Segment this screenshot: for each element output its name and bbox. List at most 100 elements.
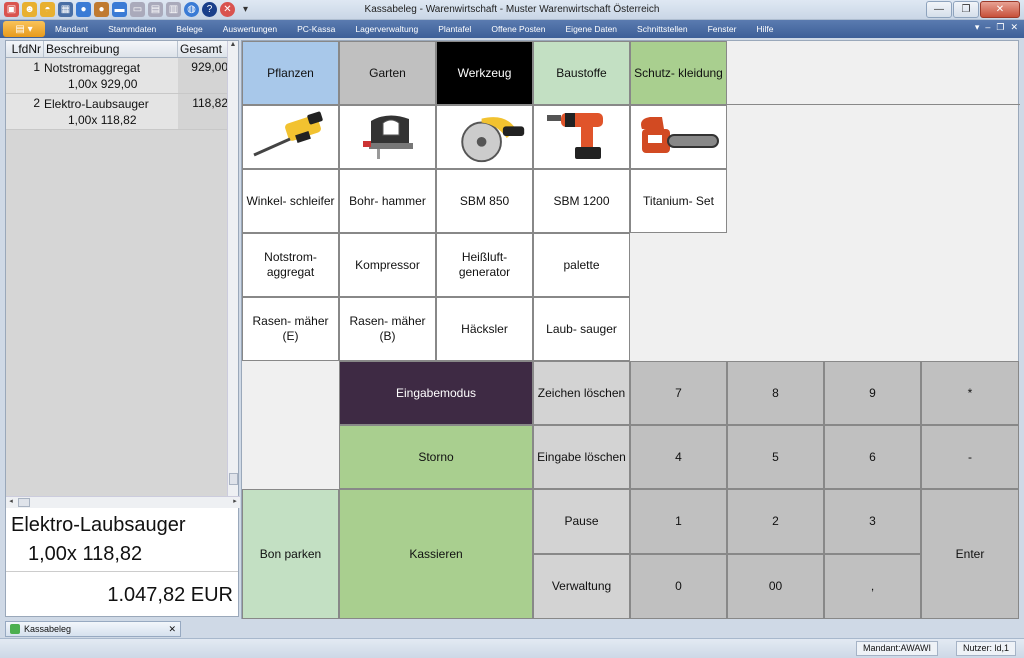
product-cordless-drill[interactable] — [533, 105, 630, 169]
menu-plantafel[interactable]: Plantafel — [428, 24, 481, 34]
scroll-thumb[interactable] — [229, 473, 238, 485]
menu-schnittstellen[interactable]: Schnittstellen — [627, 24, 698, 34]
circular-saw-image — [461, 117, 525, 163]
product-haecksler[interactable]: Häcksler — [436, 297, 533, 361]
key-3[interactable]: 3 — [824, 489, 921, 554]
key-00[interactable]: 00 — [727, 554, 824, 619]
table-row[interactable]: 1 Notstromaggregat 1,00x 929,00 929,00 — [6, 58, 228, 94]
pos-tile-area: Pflanzen Garten Werkzeug Baustoffe Schut… — [241, 40, 1020, 619]
product-jigsaw[interactable] — [339, 105, 436, 169]
product-laubsauger[interactable]: Laub- sauger — [533, 297, 630, 361]
kassieren-button[interactable]: Kassieren — [339, 489, 533, 619]
divider — [6, 571, 238, 572]
reciprocating-saw-image — [252, 111, 323, 157]
bon-parken-button[interactable]: Bon parken — [242, 489, 339, 619]
menu-stammdaten[interactable]: Stammdaten — [98, 24, 166, 34]
menu-auswertungen[interactable]: Auswertungen — [213, 24, 287, 34]
ribbon-options-icon[interactable]: ▾ — [975, 22, 980, 33]
row-description: Elektro-Laubsauger 1,00x 118,82 — [44, 94, 178, 129]
column-lfdnr[interactable]: LfdNr — [6, 41, 44, 57]
key-7[interactable]: 7 — [630, 361, 727, 425]
zeichen-loeschen-button[interactable]: Zeichen löschen — [533, 361, 630, 425]
window-title: Kassabeleg - Warenwirtschaft - Muster Wa… — [364, 4, 660, 15]
receipt-grid-header: LfdNr Beschreibung Gesamt — [6, 41, 238, 58]
product-reciprocating-saw[interactable] — [242, 105, 339, 169]
category-pflanzen[interactable]: Pflanzen — [242, 41, 339, 105]
horizontal-scrollbar[interactable]: ◂ ▸ — [6, 496, 240, 508]
document-tab[interactable]: Kassabeleg ✕ — [5, 621, 181, 637]
table-row[interactable]: 2 Elektro-Laubsauger 1,00x 118,82 118,82 — [6, 94, 228, 130]
product-titanium-set[interactable]: Titanium- Set — [630, 169, 727, 233]
grand-total: 1.047,82 EUR — [107, 584, 233, 606]
product-bohrhammer[interactable]: Bohr- hammer — [339, 169, 436, 233]
mdi-restore-icon[interactable]: ❐ — [996, 22, 1004, 33]
vertical-scrollbar[interactable]: ▲ — [227, 41, 238, 496]
category-baustoffe[interactable]: Baustoffe — [533, 41, 630, 105]
key-6[interactable]: 6 — [824, 425, 921, 489]
product-sbm-850[interactable]: SBM 850 — [436, 169, 533, 233]
key-4[interactable]: 4 — [630, 425, 727, 489]
chainsaw-image — [640, 117, 719, 153]
row-nr: 2 — [33, 96, 40, 110]
key-minus[interactable]: - — [921, 425, 1019, 489]
scroll-up-arrow-icon[interactable]: ▲ — [228, 41, 238, 52]
mdi-minimize-icon[interactable]: – — [985, 22, 990, 33]
scroll-left-arrow-icon[interactable]: ◂ — [6, 497, 16, 505]
category-garten[interactable]: Garten — [339, 41, 436, 105]
menu-offene-posten[interactable]: Offene Posten — [481, 24, 555, 34]
product-rasenmaeher-b[interactable]: Rasen- mäher (B) — [339, 297, 436, 361]
menu-bar: ▤ ▾ Mandant Stammdaten Belege Auswertung… — [0, 20, 1024, 38]
title-bar: ▣ ☻ ◓ ▦ ● ● ▬ ▭ ▤ ▥ ◍ ? ✕ ▾ Kassabeleg -… — [0, 0, 1024, 20]
selected-item-name: Elektro-Laubsauger — [11, 514, 186, 536]
key-multiply[interactable]: * — [921, 361, 1019, 425]
product-chainsaw[interactable] — [630, 105, 727, 169]
scroll-thumb[interactable] — [18, 498, 30, 507]
key-1[interactable]: 1 — [630, 489, 727, 554]
menu-hilfe[interactable]: Hilfe — [746, 24, 783, 34]
column-beschreibung[interactable]: Beschreibung — [44, 41, 178, 57]
application-menu-button[interactable]: ▤ ▾ — [3, 21, 45, 37]
close-button[interactable]: ✕ — [980, 1, 1020, 18]
maximize-button[interactable]: ❐ — [953, 1, 979, 18]
product-kompressor[interactable]: Kompressor — [339, 233, 436, 297]
pause-button[interactable]: Pause — [533, 489, 630, 554]
row-total: 118,82 — [178, 94, 228, 129]
product-winkelschleifer[interactable]: Winkel- schleifer — [242, 169, 339, 233]
menu-lagerverwaltung[interactable]: Lagerverwaltung — [345, 24, 428, 34]
product-rasenmaeher-e[interactable]: Rasen- mäher (E) — [242, 297, 339, 361]
scroll-right-arrow-icon[interactable]: ▸ — [230, 497, 240, 505]
minimize-button[interactable]: — — [926, 1, 952, 18]
column-gesamt[interactable]: Gesamt — [178, 41, 228, 57]
key-2[interactable]: 2 — [727, 489, 824, 554]
key-9[interactable]: 9 — [824, 361, 921, 425]
receipt-icon — [10, 624, 20, 634]
key-0[interactable]: 0 — [630, 554, 727, 619]
menu-fenster[interactable]: Fenster — [698, 24, 747, 34]
eingabe-loeschen-button[interactable]: Eingabe löschen — [533, 425, 630, 489]
key-comma[interactable]: , — [824, 554, 921, 619]
category-werkzeug[interactable]: Werkzeug — [436, 41, 533, 105]
product-palette[interactable]: palette — [533, 233, 630, 297]
close-tab-icon[interactable]: ✕ — [168, 624, 176, 635]
product-circular-saw[interactable] — [436, 105, 533, 169]
enter-button[interactable]: Enter — [921, 489, 1019, 619]
eingabemodus-button[interactable]: Eingabemodus — [339, 361, 533, 425]
product-notstromaggregat[interactable]: Notstrom- aggregat — [242, 233, 339, 297]
selected-item-quantity: 1,00x 118,82 — [28, 543, 143, 565]
menu-belege[interactable]: Belege — [166, 24, 212, 34]
row-name: Elektro-Laubsauger — [44, 97, 149, 111]
menu-pc-kassa[interactable]: PC-Kassa — [287, 24, 345, 34]
row-nr: 1 — [33, 60, 40, 74]
row-name: Notstromaggregat — [44, 61, 141, 75]
menu-mandant[interactable]: Mandant — [45, 24, 98, 34]
category-schutzkleidung[interactable]: Schutz- kleidung — [630, 41, 727, 105]
product-sbm-1200[interactable]: SBM 1200 — [533, 169, 630, 233]
key-5[interactable]: 5 — [727, 425, 824, 489]
storno-button[interactable]: Storno — [339, 425, 533, 489]
mdi-close-icon[interactable]: ✕ — [1010, 22, 1018, 33]
key-8[interactable]: 8 — [727, 361, 824, 425]
verwaltung-button[interactable]: Verwaltung — [533, 554, 630, 619]
product-heissluftgenerator[interactable]: Heißluft- generator — [436, 233, 533, 297]
menu-eigene-daten[interactable]: Eigene Daten — [556, 24, 628, 34]
status-bar: Mandant:AWAWI Nutzer: ld,1 — [0, 638, 1024, 658]
